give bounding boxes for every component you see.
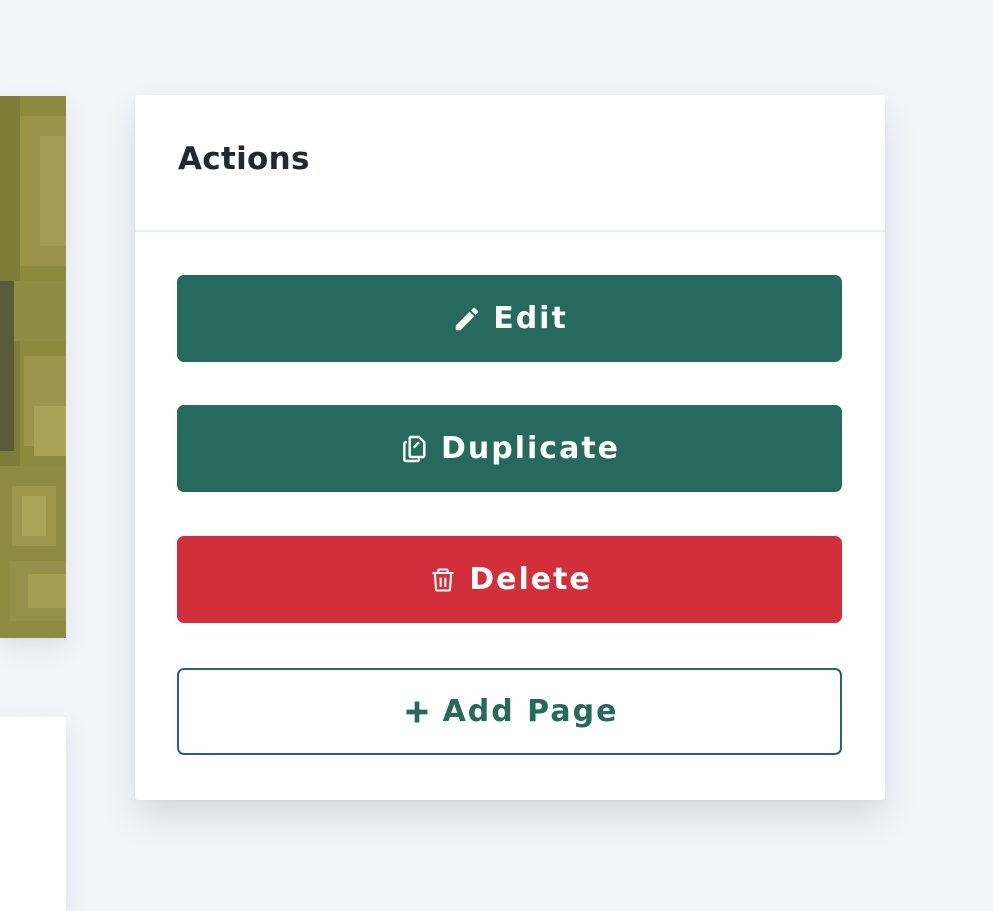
delete-button-label: Delete [469,562,592,597]
edit-button-label: Edit [493,301,568,336]
add-page-button-label: Add Page [442,694,619,729]
copy-icon [399,433,431,465]
pencil-icon [451,303,483,335]
duplicate-button-label: Duplicate [440,431,620,466]
thumbnail-texture [0,96,66,638]
add-page-button[interactable]: Add Page [177,668,842,755]
trash-icon [427,564,459,596]
actions-card: Actions Edit Duplicate Delete Add Page [135,95,885,800]
duplicate-button[interactable]: Duplicate [177,405,842,492]
page: Actions Edit Duplicate Delete Add Page [0,0,993,911]
plus-icon [401,696,433,728]
page-thumbnail-image[interactable] [0,96,66,638]
edit-button[interactable]: Edit [177,275,842,362]
actions-title: Actions [178,141,310,177]
left-info-card [0,717,66,911]
actions-card-header: Actions [135,95,885,232]
delete-button[interactable]: Delete [177,536,842,623]
